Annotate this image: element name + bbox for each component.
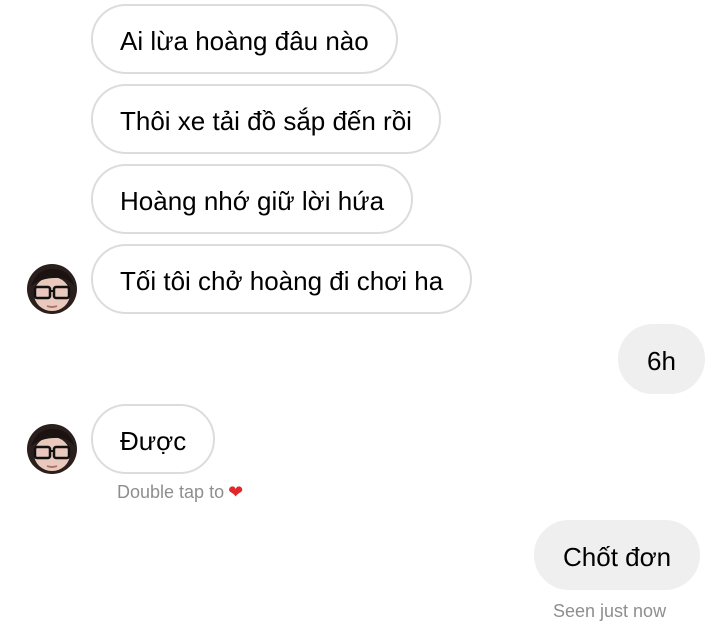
message-bubble-incoming[interactable]: Thôi xe tải đồ sắp đến rồi [91,84,441,154]
double-tap-hint: Double tap to ❤ [117,482,243,503]
avatar-image [27,424,77,474]
message-text: Hoàng nhớ giữ lời hứa [120,186,385,216]
message-bubble-incoming[interactable]: Được [91,404,216,474]
message-bubble-incoming[interactable]: Tối tôi chở hoàng đi chơi ha [91,244,473,314]
message-text: Ai lừa hoàng đâu nào [120,26,369,56]
message-bubble-incoming[interactable]: Ai lừa hoàng đâu nào [91,4,398,74]
message-text: 6h [647,346,676,376]
message-text: Chốt đơn [563,542,672,572]
double-tap-text: Double tap to [117,482,225,502]
chat-thread: Ai lừa hoàng đâu nào Thôi xe tải đồ sắp … [0,0,720,636]
sender-avatar[interactable] [27,424,77,474]
message-bubble-outgoing[interactable]: Chốt đơn [534,520,701,590]
message-text: Thôi xe tải đồ sắp đến rồi [120,106,412,136]
message-text: Được [120,426,187,456]
message-text: Tối tôi chở hoàng đi chơi ha [120,266,444,296]
sender-avatar[interactable] [27,264,77,314]
seen-status: Seen just now [553,601,667,621]
message-bubble-incoming[interactable]: Hoàng nhớ giữ lời hứa [91,164,414,234]
message-bubble-outgoing[interactable]: 6h [618,324,705,394]
avatar-image [27,264,77,314]
heart-icon: ❤ [228,482,244,502]
